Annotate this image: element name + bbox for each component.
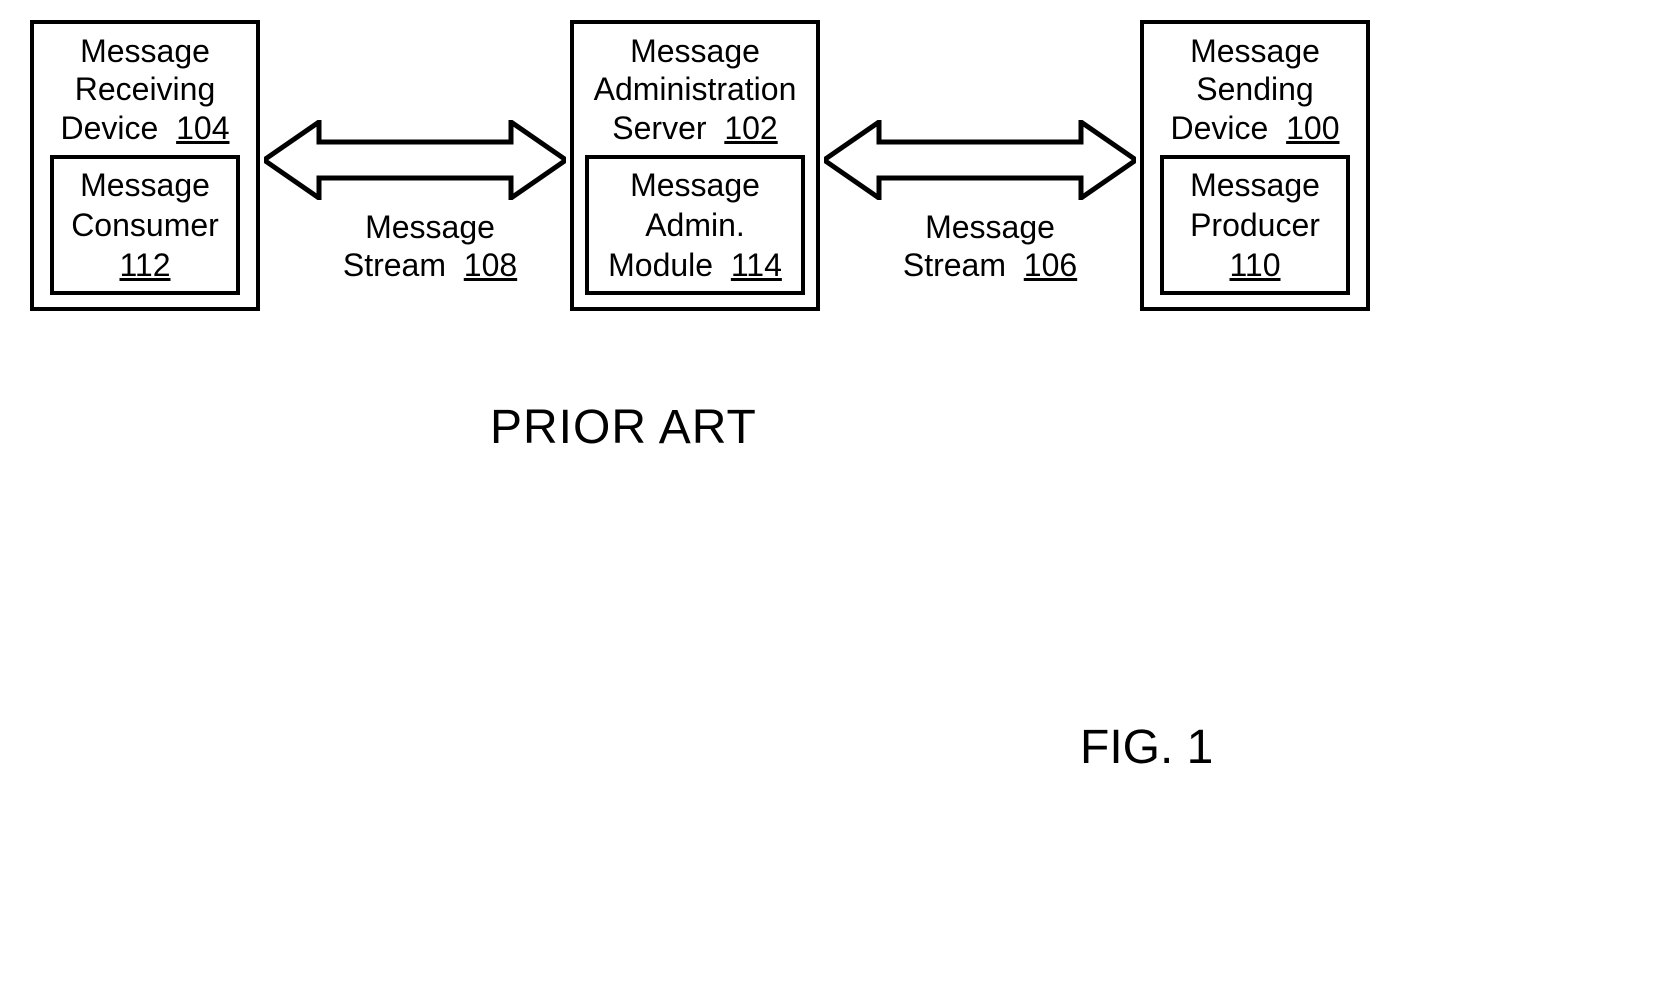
inner-right-line1: Message — [1172, 165, 1338, 205]
arrow-left-label: Message Stream 108 — [320, 208, 540, 285]
box-mid-line3-text: Server — [612, 110, 706, 146]
arrow-right-ref: 106 — [1024, 247, 1077, 283]
box-right-line2: Sending — [1154, 70, 1356, 108]
box-mid-line1: Message — [584, 32, 806, 70]
arrow-left-label-line2-text: Stream — [343, 247, 446, 283]
inner-box-message-admin-module: Message Admin. Module 114 — [585, 155, 805, 295]
box-mid-ref: 102 — [724, 110, 777, 146]
inner-right-line2: Producer — [1172, 205, 1338, 245]
inner-box-message-producer: Message Producer 110 — [1160, 155, 1350, 295]
inner-mid-ref: 114 — [731, 247, 782, 283]
arrow-right-label-line1: Message — [880, 208, 1100, 246]
box-right-ref: 100 — [1286, 110, 1339, 146]
double-arrow-right-icon — [824, 120, 1136, 200]
diagram-canvas: Message Receiving Device 104 Message Con… — [20, 20, 1470, 820]
box-message-sending-device: Message Sending Device 100 Message Produ… — [1140, 20, 1370, 311]
box-right-line1: Message — [1154, 32, 1356, 70]
inner-mid-line3-text: Module — [608, 247, 713, 283]
arrow-left-ref: 108 — [464, 247, 517, 283]
box-right-line3: Device 100 — [1154, 109, 1356, 147]
box-left-line3: Device 104 — [44, 109, 246, 147]
double-arrow-left — [264, 120, 566, 200]
box-mid-line3: Server 102 — [584, 109, 806, 147]
inner-left-line2: Consumer — [62, 205, 228, 245]
arrow-right-label: Message Stream 106 — [880, 208, 1100, 285]
box-left-line1: Message — [44, 32, 246, 70]
arrow-left-label-line1: Message — [320, 208, 540, 246]
caption-prior-art: PRIOR ART — [490, 400, 757, 455]
box-left-line2: Receiving — [44, 70, 246, 108]
inner-mid-line2: Admin. — [597, 205, 793, 245]
box-mid-line2: Administration — [584, 70, 806, 108]
inner-right-ref: 110 — [1229, 247, 1280, 283]
double-arrow-left-icon — [264, 120, 566, 200]
box-message-admin-server: Message Administration Server 102 Messag… — [570, 20, 820, 311]
inner-mid-line3: Module 114 — [597, 245, 793, 285]
inner-mid-line1: Message — [597, 165, 793, 205]
inner-box-message-consumer: Message Consumer 112 — [50, 155, 240, 295]
figure-label: FIG. 1 — [1080, 720, 1213, 775]
box-left-ref: 104 — [176, 110, 229, 146]
arrow-right-label-line2-text: Stream — [903, 247, 1006, 283]
double-arrow-right — [824, 120, 1136, 200]
box-message-receiving-device: Message Receiving Device 104 Message Con… — [30, 20, 260, 311]
box-right-line3-text: Device — [1171, 110, 1269, 146]
box-left-line3-text: Device — [61, 110, 159, 146]
inner-left-ref: 112 — [119, 247, 170, 283]
inner-left-line1: Message — [62, 165, 228, 205]
